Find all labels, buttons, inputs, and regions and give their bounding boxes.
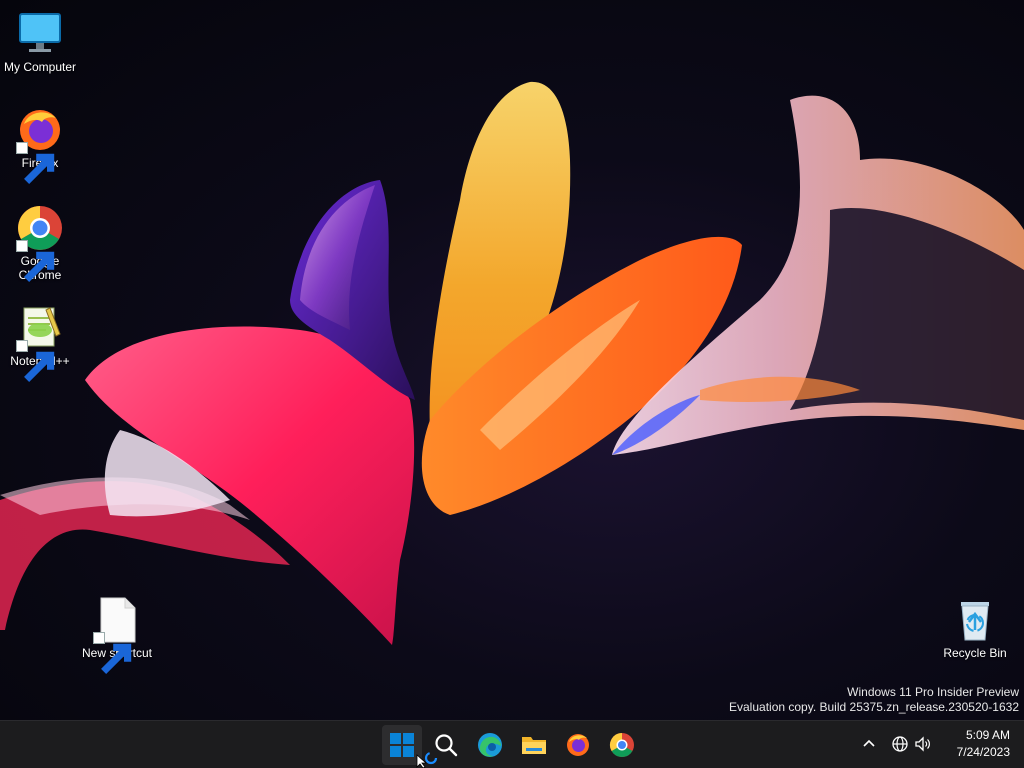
watermark-build: Evaluation copy. Build 25375.zn_release.… — [729, 700, 1019, 714]
desktop-icon-notepadpp[interactable]: Notepad++ — [0, 304, 80, 382]
firefox-icon — [16, 106, 64, 184]
monitor-icon — [16, 10, 64, 58]
busy-spinner-icon — [424, 751, 438, 765]
shortcut-arrow-icon — [16, 340, 55, 382]
clock-time: 5:09 AM — [965, 728, 1010, 742]
shortcut-arrow-icon — [93, 632, 132, 674]
shortcut-arrow-icon — [16, 240, 55, 282]
taskbar-file-explorer-button[interactable] — [514, 725, 554, 765]
watermark-edition: Windows 11 Pro Insider Preview — [847, 685, 1019, 699]
show-hidden-icons-button[interactable] — [860, 735, 878, 753]
shortcut-arrow-icon — [16, 142, 55, 184]
notepadpp-icon — [16, 304, 64, 382]
blank-file-icon — [93, 596, 141, 674]
taskbar-clock[interactable]: 5:09 AM 7/24/2023 — [957, 727, 1010, 761]
desktop-icon-label: Recycle Bin — [943, 646, 1007, 660]
clock-date: 7/24/2023 — [956, 745, 1010, 759]
recycle-bin-icon — [951, 596, 999, 644]
firefox-icon — [567, 734, 589, 756]
network-icon — [892, 736, 908, 752]
chrome-icon — [16, 204, 64, 282]
taskbar-edge-button[interactable] — [470, 725, 510, 765]
desktop-icon-google-chrome[interactable]: Google Chrome — [0, 204, 80, 282]
volume-button[interactable] — [914, 735, 932, 753]
chevron-up-icon — [863, 739, 875, 747]
volume-icon — [915, 736, 930, 752]
evaluation-watermark: Windows 11 Pro Insider Preview Evaluatio… — [729, 685, 1019, 715]
network-button[interactable] — [891, 735, 909, 753]
file-explorer-icon — [522, 737, 546, 754]
taskbar-chrome-button[interactable] — [602, 725, 642, 765]
edge-icon — [478, 733, 502, 757]
desktop-icon-label: My Computer — [3, 60, 77, 74]
taskbar-firefox-button[interactable] — [558, 725, 598, 765]
chrome-icon — [609, 733, 634, 758]
taskbar: 5:09 AM 7/24/2023 — [0, 720, 1024, 768]
desktop-icon-firefox[interactable]: Firefox — [0, 106, 80, 184]
desktop-icon-my-computer[interactable]: My Computer — [0, 10, 80, 74]
desktop-icon-recycle-bin[interactable]: Recycle Bin — [935, 596, 1015, 660]
start-icon — [390, 733, 414, 757]
desktop-icon-new-shortcut[interactable]: New shortcut — [77, 596, 157, 674]
